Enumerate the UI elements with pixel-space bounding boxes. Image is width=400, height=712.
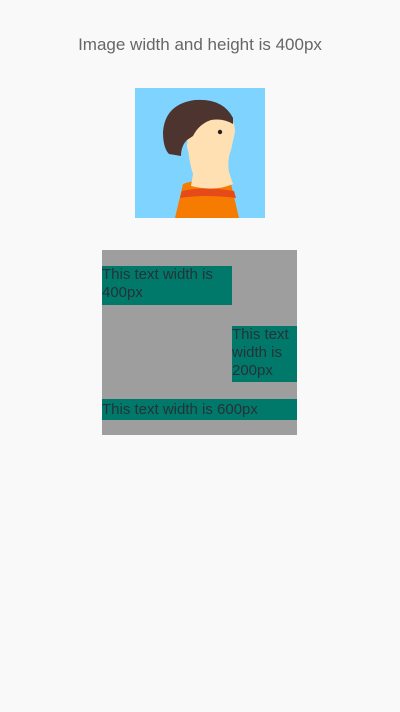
- text-sample-200: This text width is 200px: [232, 326, 297, 382]
- avatar-image: [135, 88, 265, 218]
- text-samples-container: This text width is 400px This text width…: [102, 250, 297, 435]
- screen: Image width and height is 400px This tex…: [0, 0, 400, 712]
- text-sample-400: This text width is 400px: [102, 266, 232, 305]
- person-portrait-icon: [135, 88, 265, 218]
- text-sample-600: This text width is 600px: [102, 399, 297, 420]
- image-size-caption: Image width and height is 400px: [78, 35, 322, 54]
